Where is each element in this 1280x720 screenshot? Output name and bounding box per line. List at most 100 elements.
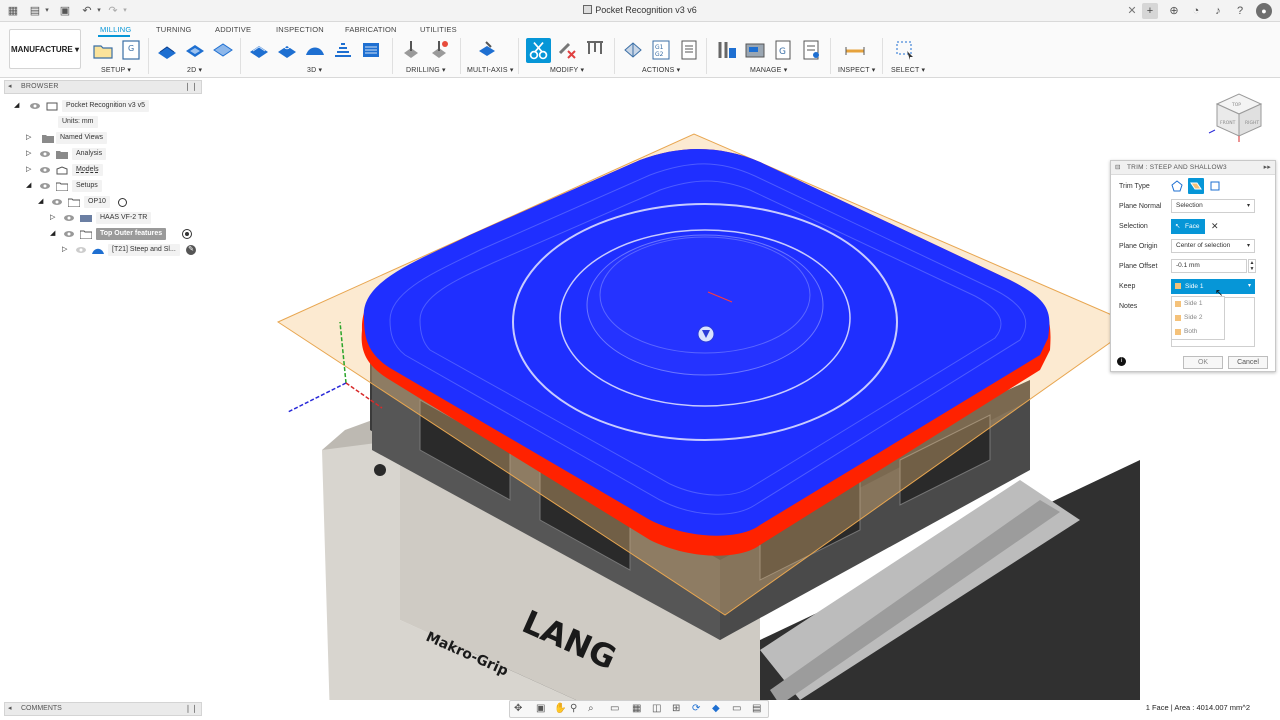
comments-pin-icon[interactable]: ❘❘	[185, 703, 198, 715]
refresh-icon[interactable]: ⟳	[692, 703, 700, 714]
3d-pocket-icon[interactable]	[276, 39, 298, 61]
collapsed-triangle-icon[interactable]: ▷	[26, 150, 34, 158]
trim-tool-active[interactable]	[526, 38, 551, 63]
collapsed-triangle-icon[interactable]: ▷	[26, 166, 34, 174]
browser-header[interactable]: ◂ BROWSER ❘❘	[4, 80, 202, 94]
tree-row-named-views[interactable]: ▷ Named Views	[26, 131, 186, 145]
setup-sheet-icon[interactable]: G	[120, 39, 142, 61]
2d-adaptive-icon[interactable]	[156, 39, 178, 61]
edit-pencil-icon[interactable]: ✎	[186, 245, 196, 255]
tree-row-setups[interactable]: ◢ Setups	[26, 179, 186, 193]
post-process-icon[interactable]: G1G2	[650, 39, 672, 61]
multi-axis-icon[interactable]	[476, 39, 498, 61]
cancel-button[interactable]: Cancel	[1228, 356, 1268, 369]
measure-icon[interactable]	[844, 39, 866, 61]
tab-milling[interactable]: MILLING	[100, 25, 131, 34]
visibility-eye-icon[interactable]	[64, 230, 74, 238]
group-2d-label[interactable]: 2D ▾	[187, 66, 202, 74]
visual-style-icon[interactable]: ◆	[712, 703, 720, 714]
tree-row-machine[interactable]: ▷ HAAS VF-2 TR	[50, 211, 190, 225]
display-settings-icon[interactable]: ▭	[610, 703, 619, 714]
expand-triangle-icon[interactable]: ◢	[14, 102, 22, 110]
tree-row-units[interactable]: Units: mm	[44, 115, 164, 129]
plane-offset-input[interactable]: -0.1 mm	[1171, 259, 1247, 273]
tab-fabrication[interactable]: FABRICATION	[345, 25, 397, 34]
tree-row-models[interactable]: ▷ Models	[26, 163, 186, 177]
tab-inspection[interactable]: INSPECTION	[276, 25, 324, 34]
face-icon[interactable]	[212, 39, 234, 61]
clear-selection-icon[interactable]: ✕	[1211, 221, 1219, 232]
viewcube[interactable]: TOP FRONT RIGHT	[1205, 84, 1271, 144]
group-manage-label[interactable]: MANAGE ▾	[750, 66, 787, 74]
keep-option-side-1[interactable]: Side 1	[1172, 297, 1224, 311]
tree-row-op10[interactable]: ◢ OP10	[38, 195, 178, 209]
group-multi-axis-label[interactable]: MULTI-AXIS ▾	[467, 66, 514, 74]
template-library-icon[interactable]	[800, 39, 822, 61]
expand-triangle-icon[interactable]: ◢	[38, 198, 46, 206]
3d-adaptive-icon[interactable]	[248, 39, 270, 61]
effects-icon[interactable]: ▤	[752, 703, 761, 714]
collapse-browser-icon[interactable]: ◂	[8, 81, 12, 93]
dialog-expand-icon[interactable]: ▸▸	[1264, 161, 1271, 175]
visibility-eye-icon[interactable]	[40, 166, 50, 174]
visibility-eye-icon[interactable]	[30, 102, 40, 110]
tool-orientation-icon[interactable]	[584, 39, 606, 61]
comments-panel[interactable]: ◂ COMMENTS ❘❘	[4, 702, 202, 716]
dialog-header[interactable]: ⊟ TRIM : STEEP AND SHALLOW3 ▸▸	[1111, 161, 1275, 175]
tree-row-document[interactable]: ◢ Pocket Recognition v3 v5	[14, 99, 194, 113]
parallel-icon[interactable]	[360, 39, 382, 61]
tree-row-analysis[interactable]: ▷ Analysis	[26, 147, 186, 161]
hole-recognition-icon[interactable]	[428, 39, 450, 61]
tree-row-top-outer-features[interactable]: ◢ Top Outer features	[50, 227, 200, 241]
visibility-eye-icon[interactable]	[52, 198, 62, 206]
group-modify-label[interactable]: MODIFY ▾	[550, 66, 584, 74]
group-3d-label[interactable]: 3D ▾	[307, 66, 322, 74]
face-selection-button[interactable]: ↖ Face	[1171, 219, 1205, 234]
pan-hand-icon[interactable]: ✋	[554, 703, 566, 714]
dialog-collapse-icon[interactable]: ⊟	[1115, 161, 1121, 175]
tree-row-operation[interactable]: ▷ [T21] Steep and Sl... ✎	[62, 243, 202, 257]
plane-origin-select[interactable]: Center of selection ▾	[1171, 239, 1255, 253]
job-status-icon[interactable]: ◔	[1188, 3, 1204, 19]
group-select-label[interactable]: SELECT ▾	[891, 66, 925, 74]
notifications-bell-icon[interactable]: ♪	[1210, 3, 1226, 19]
environment-icon[interactable]: ▭	[732, 703, 741, 714]
delete-toolpath-icon[interactable]	[556, 39, 578, 61]
new-tab-plus-icon[interactable]: +	[1142, 3, 1158, 19]
viewports-icon[interactable]: ◫	[652, 703, 661, 714]
grid-settings-icon[interactable]: ▦	[632, 703, 641, 714]
zoom-icon[interactable]: ⚲	[570, 703, 577, 714]
keep-option-side-2[interactable]: Side 2	[1172, 311, 1224, 325]
user-avatar-icon[interactable]: ●	[1256, 3, 1272, 19]
collapsed-triangle-icon[interactable]: ▷	[50, 214, 58, 222]
machine-library-icon[interactable]	[744, 39, 766, 61]
browser-pin-icon[interactable]: ❘❘	[184, 81, 198, 93]
tab-additive[interactable]: ADDITIVE	[215, 25, 251, 34]
workspace-switcher-button[interactable]: MANUFACTURE ▾	[9, 29, 81, 69]
collapsed-triangle-icon[interactable]: ▷	[62, 246, 70, 254]
expand-triangle-icon[interactable]: ◢	[50, 230, 58, 238]
group-inspect-label[interactable]: INSPECT ▾	[838, 66, 875, 74]
close-tab-icon[interactable]: ✕	[1124, 3, 1140, 19]
comments-expand-icon[interactable]: ◂	[8, 703, 12, 715]
group-setup-label[interactable]: SETUP ▾	[101, 66, 131, 74]
collapsed-triangle-icon[interactable]: ▷	[26, 134, 34, 142]
trim-type-box-icon[interactable]	[1209, 180, 1221, 192]
offset-spinner[interactable]: ▲ ▼	[1248, 259, 1256, 273]
expand-triangle-icon[interactable]: ◢	[26, 182, 34, 190]
trim-type-plane-button[interactable]	[1188, 178, 1204, 194]
keep-option-both[interactable]: Both	[1172, 325, 1224, 339]
simulation-icon[interactable]: ⊞	[672, 703, 680, 714]
extensions-icon[interactable]: ⊕	[1166, 3, 1182, 19]
new-folder-icon[interactable]	[92, 39, 114, 61]
ok-button[interactable]: OK	[1183, 356, 1223, 369]
visibility-eye-icon[interactable]	[40, 150, 50, 158]
trim-type-polygon-icon[interactable]	[1171, 180, 1183, 192]
visibility-eye-icon[interactable]	[76, 246, 86, 254]
contour-icon[interactable]	[332, 39, 354, 61]
post-library-icon[interactable]: G	[772, 39, 794, 61]
group-drilling-label[interactable]: DRILLING ▾	[406, 66, 446, 74]
visibility-eye-icon[interactable]	[64, 214, 74, 222]
active-target-icon[interactable]	[182, 229, 192, 239]
keep-select[interactable]: Side 1 ▾	[1171, 279, 1255, 294]
